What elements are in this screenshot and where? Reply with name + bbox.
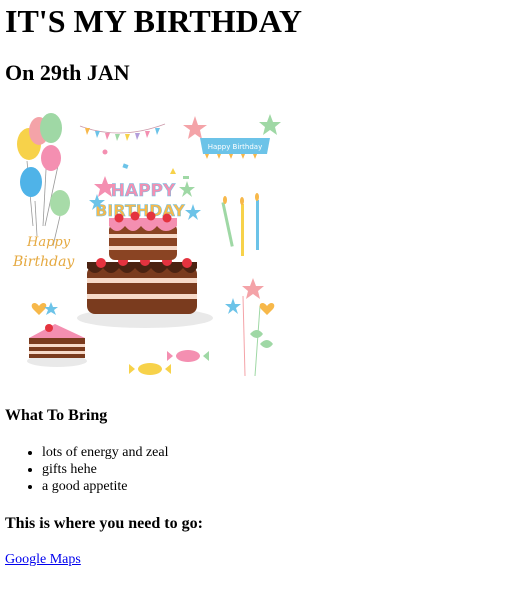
maps-paragraph: Google Maps — [5, 551, 518, 568]
balloons-icon — [17, 113, 70, 247]
google-maps-link[interactable]: Google Maps — [5, 552, 81, 567]
flag-banner-icon: Happy Birthday — [200, 138, 270, 159]
list-item: lots of energy and zeal — [42, 444, 518, 461]
candles-icon — [221, 193, 259, 256]
date-subtitle: On 29th JAN — [5, 60, 130, 85]
bunting-icon — [79, 123, 166, 141]
directions-heading: This is where you need to go: — [5, 515, 203, 532]
confetti-icon — [102, 149, 189, 179]
sparkles-icon — [225, 278, 275, 377]
page: IT'S MY BIRTHDAY On 29th JAN Happy Birth… — [0, 4, 523, 568]
svg-text:Birthday: Birthday — [12, 254, 75, 270]
flag-banner-text: Happy Birthday — [208, 143, 263, 151]
what-to-bring-heading: What To Bring — [5, 407, 108, 424]
candies-icon — [129, 350, 209, 375]
hearts-icon — [31, 302, 58, 315]
birthday-cake-image: Happy Birthday HAPPY BIRTHDAY Happy Birt… — [12, 113, 281, 377]
bring-list: lots of energy and zeal gifts hehe a goo… — [5, 444, 518, 495]
cake-slice-icon — [27, 324, 87, 367]
happy-birthday-script: Happy Birthday — [12, 235, 75, 270]
cake-icon — [77, 211, 213, 328]
list-item: gifts hehe — [42, 461, 518, 478]
svg-text:HAPPY: HAPPY — [111, 181, 176, 201]
list-item: a good appetite — [42, 478, 518, 495]
page-title: IT'S MY BIRTHDAY — [5, 3, 303, 39]
svg-text:BIRTHDAY: BIRTHDAY — [95, 201, 185, 220]
star-decoration-icon — [183, 114, 281, 139]
happy-birthday-topper: HAPPY BIRTHDAY — [89, 176, 201, 220]
svg-text:Happy: Happy — [26, 235, 71, 250]
